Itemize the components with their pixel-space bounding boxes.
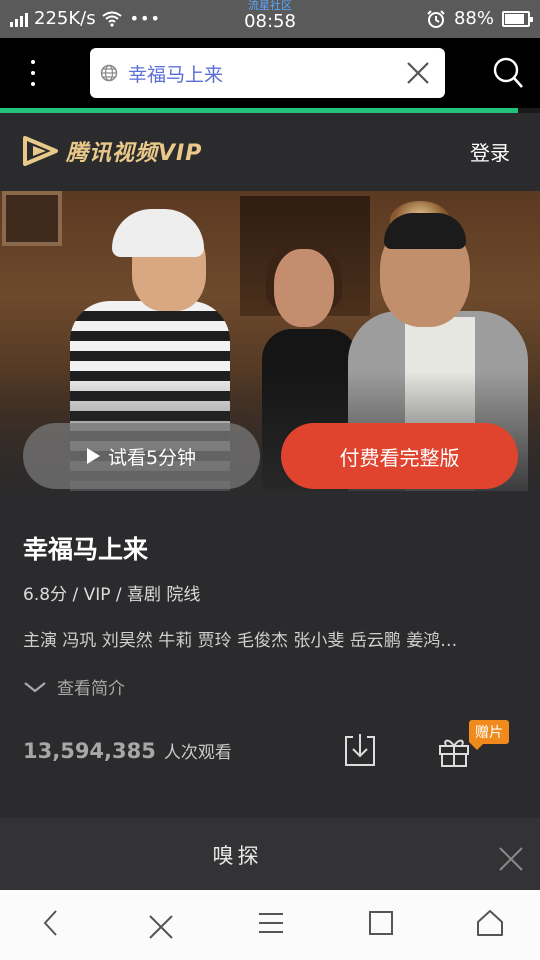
sniff-label[interactable]: 嗅探 — [0, 840, 475, 870]
login-link[interactable]: 登录 — [470, 137, 510, 166]
play-icon — [86, 448, 100, 464]
menu-button[interactable] — [18, 56, 48, 90]
tabs-icon[interactable] — [366, 908, 396, 938]
sniff-suggestion-bar[interactable]: 嗅探 — [0, 818, 540, 890]
gift-badge[interactable]: 赠片 — [469, 720, 509, 750]
close-icon[interactable] — [498, 846, 524, 872]
browser-toolbar: 幸福马上来 — [0, 38, 540, 108]
tencent-video-logo[interactable]: 腾讯视频VIP — [22, 135, 202, 167]
chevron-down-icon — [24, 681, 46, 692]
gift-icon[interactable] — [437, 734, 471, 768]
poster-figure — [274, 249, 334, 327]
movie-cast: 主演 冯巩 刘昊然 牛莉 贾玲 毛俊杰 张小斐 岳云鹏 姜鸿… — [23, 631, 458, 651]
download-icon[interactable] — [343, 732, 377, 768]
view-count-number: 13,594,385 — [23, 739, 156, 763]
status-bar: 225K/s ••• 流星社区 08:58 88% — [0, 0, 540, 38]
alarm-icon — [427, 9, 445, 28]
view-count-label: 人次观看 — [163, 743, 232, 763]
movie-meta: 6.8分 / VIP / 喜剧 院线 — [23, 585, 201, 605]
trial-watch-label: 试看5分钟 — [107, 446, 197, 469]
brand-name: 腾讯视频VIP — [66, 141, 203, 166]
battery-percent: 88% — [453, 8, 494, 29]
view-count: 13,594,385 人次观看 — [23, 738, 232, 763]
clear-address-icon[interactable] — [405, 60, 431, 86]
back-icon[interactable] — [36, 908, 66, 938]
home-icon[interactable] — [475, 908, 505, 938]
browser-bottom-nav — [0, 890, 540, 960]
view-synopsis-toggle[interactable]: 查看简介 — [23, 674, 125, 699]
poster-figure — [112, 209, 204, 257]
status-right: 88% — [426, 8, 533, 29]
address-bar[interactable]: 幸福马上来 — [90, 48, 445, 98]
pay-full-version-button[interactable]: 付费看完整版 — [281, 423, 518, 489]
menu-lines-icon[interactable] — [256, 908, 286, 938]
address-text[interactable]: 幸福马上来 — [128, 60, 223, 87]
play-logo-icon — [23, 136, 58, 166]
app-root: 225K/s ••• 流星社区 08:58 88% 幸福马上来 腾讯视频VIP … — [0, 0, 540, 960]
movie-title: 幸福马上来 — [23, 535, 149, 564]
site-header: 腾讯视频VIP 登录 — [0, 113, 540, 191]
trial-watch-button[interactable]: 试看5分钟 — [23, 423, 260, 489]
globe-icon — [100, 64, 118, 82]
pay-full-version-label: 付费看完整版 — [339, 445, 460, 470]
view-synopsis-label: 查看简介 — [57, 679, 125, 699]
poster-figure — [384, 213, 466, 249]
battery-icon — [502, 10, 533, 27]
poster-background-frame — [2, 191, 62, 246]
search-icon[interactable] — [492, 56, 524, 90]
close-tab-icon[interactable] — [146, 912, 176, 942]
